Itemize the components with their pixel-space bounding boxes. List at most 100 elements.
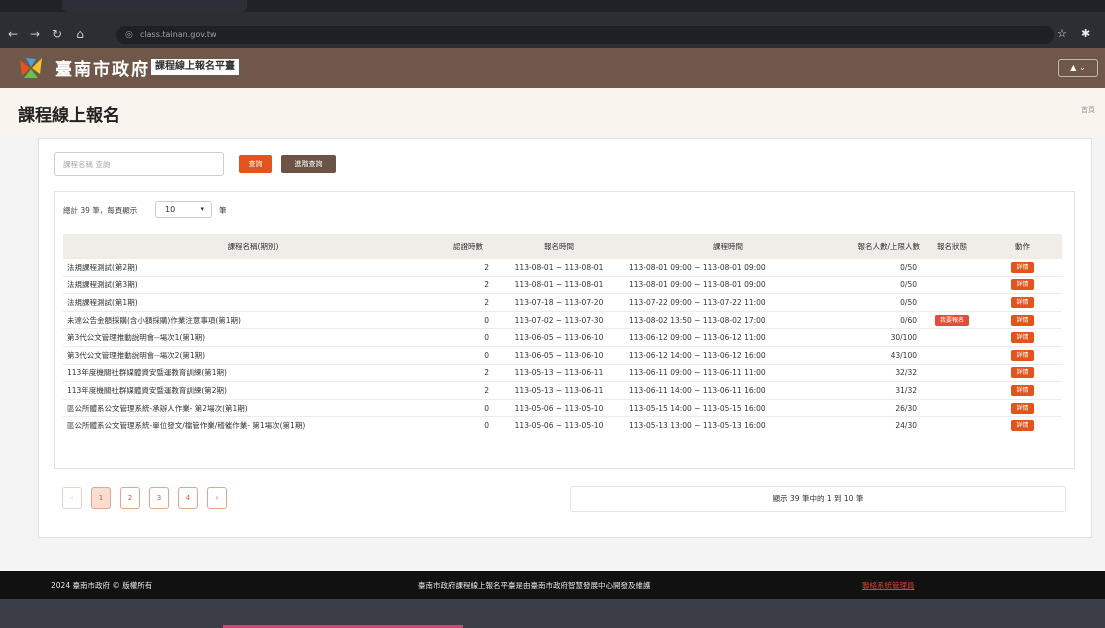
page-button-1[interactable]: 1 [91, 487, 111, 509]
registration-period-cell: 113-05-13 ~ 113-06-11 [493, 363, 625, 382]
copyright-text: 2024 臺南市政府 © 版權所有 [51, 581, 153, 590]
url-field[interactable]: ◎ class.tainan.gov.tw [116, 26, 1054, 44]
col-registration-period[interactable]: 報名時間 [493, 234, 625, 259]
register-button[interactable]: 我要報名 [934, 314, 969, 326]
col-enrollment[interactable]: 報名人數/上限人數 [831, 234, 921, 259]
details-button[interactable]: 詳情 [1011, 402, 1034, 414]
details-button[interactable]: 詳情 [1011, 384, 1034, 396]
details-button[interactable]: 詳情 [1011, 349, 1034, 361]
pagination-info: 顯示 39 筆中的 1 到 10 筆 [570, 486, 1066, 512]
site-title[interactable]: 臺南市政府 [55, 55, 150, 80]
hours-cell: 0 [443, 328, 493, 347]
hours-cell: 0 [443, 310, 493, 329]
course-table-box: 總計 39 筆，每頁顯示 10 ▾ 筆 課程名稱(期別) 認證時數 報名時間 課… [54, 191, 1075, 469]
enrollment-cell: 30/100 [831, 328, 921, 347]
hours-cell: 2 [443, 293, 493, 312]
details-button[interactable]: 詳情 [1011, 261, 1034, 273]
course-search-input[interactable]: 課程名稱 查詢 [54, 152, 224, 176]
details-button[interactable]: 詳情 [1011, 420, 1034, 432]
action-cell: 詳情 [983, 363, 1062, 382]
status-cell [921, 381, 983, 400]
col-course-period[interactable]: 課程時間 [625, 234, 831, 259]
registration-period-cell: 113-06-05 ~ 113-06-10 [493, 328, 625, 347]
browser-tab[interactable] [62, 0, 247, 12]
table-row: 區公所體系公文管理系統-單位發文/檔管作業/稽催作業- 第1場次(第1期) 0 11… [63, 416, 1062, 434]
extensions-icon[interactable]: ✱ [1081, 27, 1090, 40]
action-cell: 詳情 [983, 275, 1062, 294]
registration-period-cell: 113-05-13 ~ 113-06-11 [493, 381, 625, 400]
enrollment-cell: 31/32 [831, 381, 921, 400]
platform-badge[interactable]: 課程線上報名平臺 [151, 59, 239, 75]
course-name-cell: 法規課程測試(第1期) [63, 293, 443, 312]
action-cell: 詳情 [983, 328, 1062, 347]
col-status[interactable]: 報名狀態 [921, 234, 983, 259]
table-row: 法規課程測試(第3期) 2 113-08-01 ~ 113-08-01 113-08-… [63, 275, 1062, 294]
home-icon[interactable]: ⌂ [73, 27, 87, 41]
course-name-cell: 區公所體系公文管理系統-單位發文/檔管作業/稽催作業- 第1場次(第1期) [63, 416, 443, 434]
course-period-cell: 113-05-13 13:00 ~ 113-05-13 16:00 [625, 416, 831, 434]
enrollment-cell: 43/100 [831, 345, 921, 365]
star-icon[interactable]: ☆ [1057, 27, 1067, 40]
page-button-2[interactable]: 2 [120, 487, 140, 509]
prev-page-button[interactable]: ‹ [62, 487, 82, 509]
url-text: class.tainan.gov.tw [140, 30, 217, 39]
hours-cell: 0 [443, 398, 493, 417]
browser-tabstrip [0, 0, 1105, 12]
course-period-cell: 113-06-12 09:00 ~ 113-06-12 11:00 [625, 328, 831, 347]
course-period-cell: 113-07-22 09:00 ~ 113-07-22 11:00 [625, 293, 831, 312]
table-row: 區公所體系公文管理系統-承辦人作業- 第2場次(第1期) 0 113-05-06 ~… [63, 398, 1062, 417]
course-name-cell: 113年度機關社群媒體資安暨運教育訓練(第2期) [63, 381, 443, 400]
advanced-search-button[interactable]: 進階查詢 [281, 155, 336, 173]
registration-period-cell: 113-08-01 ~ 113-08-01 [493, 258, 625, 277]
search-button[interactable]: 查詢 [239, 155, 272, 173]
table-row: 未達公告金額採購(含小額採購)作業注意事項(第1期) 0 113-07-02 ~ 1… [63, 310, 1062, 329]
status-cell [921, 275, 983, 294]
contact-admin-link[interactable]: 聯絡系統管理員 [862, 580, 915, 591]
action-cell: 詳情 [983, 398, 1062, 417]
status-cell [921, 258, 983, 277]
forward-icon[interactable]: → [28, 27, 42, 41]
details-button[interactable]: 詳情 [1011, 332, 1034, 344]
user-icon: ▲ ⌄ [1070, 63, 1086, 72]
hours-cell: 0 [443, 345, 493, 365]
action-cell: 詳情 [983, 381, 1062, 400]
city-logo-icon[interactable] [18, 56, 44, 80]
col-course-name[interactable]: 課程名稱(期別) [63, 234, 443, 259]
reload-icon[interactable]: ↻ [50, 27, 64, 41]
col-hours[interactable]: 認證時數 [443, 234, 493, 259]
enrollment-cell: 32/32 [831, 363, 921, 382]
page-size-unit: 筆 [219, 206, 227, 215]
course-period-cell: 113-08-01 09:00 ~ 113-08-01 09:00 [625, 275, 831, 294]
registration-period-cell: 113-05-06 ~ 113-05-10 [493, 416, 625, 434]
course-panel: 課程名稱 查詢 查詢 進階查詢 總計 39 筆，每頁顯示 10 ▾ 筆 課程名稱… [38, 138, 1092, 538]
page-heading: 課程線上報名 首頁 [0, 88, 1105, 134]
hours-cell: 0 [443, 416, 493, 434]
user-menu-button[interactable]: ▲ ⌄ [1058, 59, 1098, 77]
breadcrumb-home[interactable]: 首頁 [1081, 105, 1095, 115]
details-button[interactable]: 詳情 [1011, 296, 1034, 308]
details-button[interactable]: 詳情 [1011, 314, 1034, 326]
enrollment-cell: 0/50 [831, 275, 921, 294]
browser-address-bar: ← → ↻ ⌂ ◎ class.tainan.gov.tw ☆ ✱ [0, 23, 1105, 48]
enrollment-cell: 0/50 [831, 258, 921, 277]
page-button-3[interactable]: 3 [149, 487, 169, 509]
hours-cell: 2 [443, 381, 493, 400]
table-row: 113年度機關社群媒體資安暨運教育訓練(第2期) 2 113-05-13 ~ 113… [63, 381, 1062, 400]
search-placeholder: 課程名稱 查詢 [63, 160, 111, 169]
action-cell: 詳情 [983, 345, 1062, 365]
registration-period-cell: 113-08-01 ~ 113-08-01 [493, 275, 625, 294]
course-name-cell: 第3代公文管理推動說明會--場次1(第1期) [63, 328, 443, 347]
status-cell [921, 398, 983, 417]
course-name-cell: 法規課程測試(第2期) [63, 258, 443, 277]
course-period-cell: 113-06-11 14:00 ~ 113-06-11 16:00 [625, 381, 831, 400]
next-page-button[interactable]: › [207, 487, 227, 509]
page-button-4[interactable]: 4 [178, 487, 198, 509]
hours-cell: 2 [443, 275, 493, 294]
back-icon[interactable]: ← [6, 27, 20, 41]
course-name-cell: 第3代公文管理推動說明會--場次2(第1期) [63, 345, 443, 365]
page-size-select[interactable]: 10 ▾ [155, 201, 212, 218]
details-button[interactable]: 詳情 [1011, 279, 1034, 291]
record-summary: 總計 39 筆，每頁顯示 [63, 206, 138, 215]
details-button[interactable]: 詳情 [1011, 367, 1034, 379]
site-info-icon[interactable]: ◎ [125, 26, 133, 44]
